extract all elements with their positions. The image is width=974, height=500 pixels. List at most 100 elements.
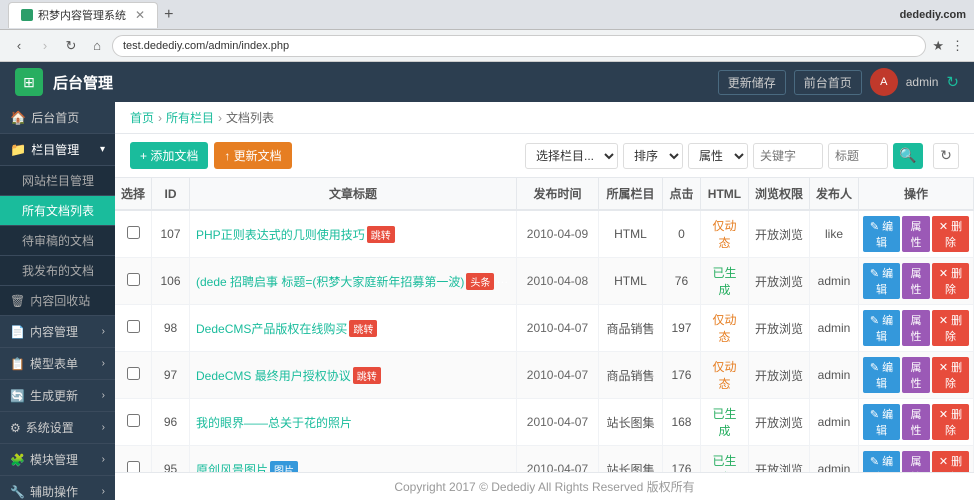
sidebar: 🏠 后台首页 📁 栏目管理 ▾ 网站栏目管理 所有文档列表 待审稿的文档 我发布…: [0, 102, 115, 500]
topbar-right: 更新储存 前台首页 A admin ↻: [718, 68, 959, 96]
edit-btn[interactable]: ✎ 编辑: [863, 404, 900, 440]
cell-author: admin: [809, 305, 858, 352]
home-btn[interactable]: ⌂: [86, 35, 108, 57]
reload-btn[interactable]: ↻: [60, 35, 82, 57]
brand-icon: ⊞: [15, 68, 43, 96]
sidebar-item-aux[interactable]: 🔧 辅助操作 ›: [0, 476, 115, 500]
th-cat: 所属栏目: [598, 178, 662, 210]
title-input[interactable]: [828, 143, 888, 169]
form-icon: 📋: [10, 357, 25, 371]
forward-btn[interactable]: ›: [34, 35, 56, 57]
cell-title: 我的眼界——总关于花的照片: [190, 399, 517, 446]
settings-icon[interactable]: ⋮: [949, 36, 966, 56]
topbar-refresh-icon[interactable]: ↻: [946, 73, 959, 91]
bookmark-icon[interactable]: ★: [930, 36, 946, 56]
cell-perm: 开放浏览: [748, 305, 809, 352]
attr-btn[interactable]: 属性: [902, 451, 930, 472]
del-btn[interactable]: ✕ 删除: [932, 310, 969, 346]
back-btn[interactable]: ‹: [8, 35, 30, 57]
del-btn[interactable]: ✕ 删除: [932, 357, 969, 393]
cell-action: ✎ 编辑 属性 ✕ 删除: [859, 305, 974, 352]
del-btn[interactable]: ✕ 删除: [932, 263, 969, 299]
tab-icon: [21, 9, 33, 21]
category-filter[interactable]: 选择栏目...: [525, 143, 618, 169]
sidebar-item-col-mgmt[interactable]: 📁 栏目管理 ▾: [0, 134, 115, 166]
keyword-input[interactable]: [753, 143, 823, 169]
del-btn[interactable]: ✕ 删除: [932, 404, 969, 440]
edit-btn[interactable]: ✎ 编辑: [863, 310, 900, 346]
attr-btn[interactable]: 属性: [902, 216, 930, 252]
attr-btn[interactable]: 属性: [902, 263, 930, 299]
attr-btn[interactable]: 属性: [902, 357, 930, 393]
sidebar-item-recycle[interactable]: 🗑 内容回收站: [0, 286, 115, 316]
new-tab-btn[interactable]: +: [164, 6, 173, 24]
cell-html: 已生成: [700, 399, 748, 446]
attr-filter[interactable]: 属性: [688, 143, 748, 169]
sidebar-item-settings[interactable]: ⚙ 系统设置 ›: [0, 412, 115, 444]
front-page-btn[interactable]: 前台首页: [794, 70, 862, 95]
address-bar[interactable]: test.dedediy.com/admin/index.php: [112, 35, 926, 57]
row-checkbox[interactable]: [127, 226, 140, 239]
table-row: 98 DedeCMS产品版权在线购买跳转 2010-04-07 商品销售 197…: [115, 305, 974, 352]
topbar: ⊞ 后台管理 更新储存 前台首页 A admin ↻: [0, 62, 974, 102]
cell-title: DedeCMS 最终用户授权协议跳转: [190, 352, 517, 399]
breadcrumb-all-cols[interactable]: 所有栏目: [166, 109, 214, 126]
row-checkbox[interactable]: [127, 367, 140, 380]
cell-action: ✎ 编辑 属性 ✕ 删除: [859, 446, 974, 473]
edit-btn[interactable]: ✎ 编辑: [863, 451, 900, 472]
attr-btn[interactable]: 属性: [902, 310, 930, 346]
cell-perm: 开放浏览: [748, 352, 809, 399]
sidebar-item-model[interactable]: 📋 模型表单 ›: [0, 348, 115, 380]
sidebar-item-my-docs[interactable]: 我发布的文档: [0, 256, 115, 286]
update-doc-btn[interactable]: ↑ 更新文档: [214, 142, 291, 169]
chevron-right-icon3: ›: [102, 390, 105, 401]
row-checkbox[interactable]: [127, 320, 140, 333]
row-checkbox[interactable]: [127, 414, 140, 427]
breadcrumb-home[interactable]: 首页: [130, 109, 154, 126]
cell-perm: 开放浏览: [748, 210, 809, 258]
module-icon: 🧩: [10, 453, 25, 467]
cell-title: DedeCMS产品版权在线购买跳转: [190, 305, 517, 352]
save-btn[interactable]: 更新储存: [718, 70, 786, 95]
cell-perm: 开放浏览: [748, 258, 809, 305]
cell-action: ✎ 编辑 属性 ✕ 删除: [859, 258, 974, 305]
page-refresh-btn[interactable]: ↻: [933, 143, 959, 169]
chevron-down-icon: ▾: [100, 144, 105, 155]
row-checkbox[interactable]: [127, 461, 140, 472]
sidebar-item-content-mgmt[interactable]: 📄 内容管理 ›: [0, 316, 115, 348]
cell-click: 168: [662, 399, 700, 446]
cell-author: admin: [809, 352, 858, 399]
edit-btn[interactable]: ✎ 编辑: [863, 216, 900, 252]
cell-date: 2010-04-07: [516, 446, 598, 473]
cell-cat: 站长图集: [598, 446, 662, 473]
topbar-brand: 后台管理: [53, 72, 113, 93]
sidebar-item-site-col[interactable]: 网站栏目管理: [0, 166, 115, 196]
edit-btn[interactable]: ✎ 编辑: [863, 263, 900, 299]
sidebar-item-generate[interactable]: 🔄 生成更新 ›: [0, 380, 115, 412]
sidebar-item-all-docs[interactable]: 所有文档列表: [0, 196, 115, 226]
sidebar-item-home[interactable]: 🏠 后台首页: [0, 102, 115, 134]
cell-html: 仅动态: [700, 305, 748, 352]
browser-tab[interactable]: 积梦内容管理系统 ✕: [8, 2, 158, 28]
attr-btn[interactable]: 属性: [902, 404, 930, 440]
cell-check: [115, 399, 152, 446]
sidebar-item-pending[interactable]: 待审稿的文档: [0, 226, 115, 256]
row-checkbox[interactable]: [127, 273, 140, 286]
browser-logo: dedediy.com: [900, 9, 966, 21]
th-perm: 浏览权限: [748, 178, 809, 210]
cell-check: [115, 258, 152, 305]
tab-close[interactable]: ✕: [135, 8, 145, 22]
cell-html: 已生成: [700, 446, 748, 473]
sidebar-item-modules[interactable]: 🧩 模块管理 ›: [0, 444, 115, 476]
sort-filter[interactable]: 排序: [623, 143, 683, 169]
edit-btn[interactable]: ✎ 编辑: [863, 357, 900, 393]
cell-html: 仅动态: [700, 352, 748, 399]
cell-id: 106: [152, 258, 190, 305]
th-author: 发布人: [809, 178, 858, 210]
footer-text: Copyright 2017 © Dedediy All Rights Rese…: [394, 480, 694, 494]
add-doc-btn[interactable]: + 添加文档: [130, 142, 208, 169]
breadcrumb-current: 文档列表: [226, 109, 274, 126]
del-btn[interactable]: ✕ 删除: [932, 216, 969, 252]
del-btn[interactable]: ✕ 删除: [932, 451, 969, 472]
search-btn[interactable]: 🔍: [893, 143, 923, 169]
